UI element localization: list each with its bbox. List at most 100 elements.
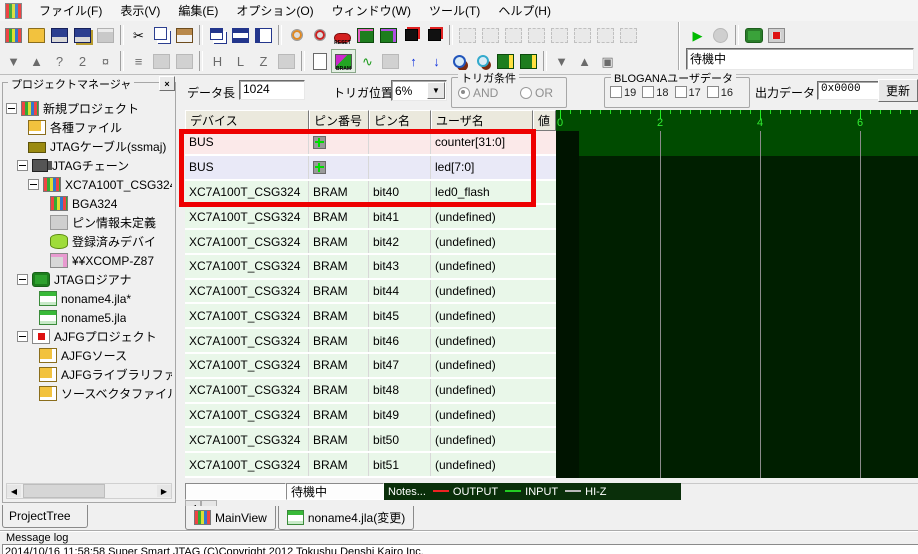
scroll-left-button[interactable]: ◀ — [7, 485, 21, 497]
table-row[interactable]: BUScounter[31:0] — [185, 131, 556, 156]
table-row[interactable]: XC7A100T_CSG324BRAMbit50(undefined) — [185, 428, 556, 453]
sidebar-hscrollbar[interactable]: ◀ ▶ — [6, 483, 172, 499]
waveform-area[interactable] — [579, 131, 918, 478]
table-row[interactable]: XC7A100T_CSG324BRAMbit47(undefined) — [185, 354, 556, 379]
tree-expander-icon[interactable] — [28, 179, 39, 190]
radio-option-or[interactable]: OR — [520, 86, 553, 100]
tree-item-3[interactable]: JTAGチェーン — [6, 156, 172, 175]
view-tab-1[interactable]: noname4.jla(変更) — [278, 506, 414, 530]
new-waveform-icon[interactable] — [308, 50, 331, 72]
timeline-ruler[interactable]: 0246 — [556, 110, 918, 131]
run-icon[interactable]: ▶ — [686, 24, 709, 46]
disconnect-icon[interactable] — [308, 24, 331, 46]
table-row[interactable]: XC7A100T_CSG324BRAMbit44(undefined) — [185, 280, 556, 305]
tree-item-12[interactable]: AJFGプロジェクト — [6, 327, 172, 346]
panel-splitter[interactable] — [177, 75, 185, 503]
tree-item-10[interactable]: noname4.jla* — [6, 289, 172, 308]
reset-icon[interactable]: RESET — [331, 24, 354, 46]
bram-view-icon[interactable]: BRAM — [331, 49, 356, 73]
add-device-icon[interactable] — [400, 24, 423, 46]
tree-expander-icon[interactable] — [17, 331, 28, 342]
checkbox-18[interactable]: 18 — [642, 86, 668, 99]
view-tab-0[interactable]: MainView — [185, 506, 276, 530]
column-header-3[interactable]: ユーザ名 — [431, 110, 533, 131]
table-row[interactable]: XC7A100T_CSG324BRAMbit40led0_flash — [185, 181, 556, 206]
chevron-down-icon[interactable]: ▼ — [427, 82, 445, 99]
connect-icon[interactable] — [285, 24, 308, 46]
scroll-right-button[interactable]: ▶ — [157, 485, 171, 497]
trigger-position-select[interactable]: 6% ▼ — [391, 80, 447, 101]
cut-icon[interactable]: ✂ — [127, 24, 150, 46]
table-row[interactable]: XC7A100T_CSG324BRAMbit49(undefined) — [185, 404, 556, 429]
power-off-icon[interactable] — [765, 24, 788, 46]
menu-item-tool[interactable]: ツール(T) — [420, 0, 489, 21]
table-row[interactable]: XC7A100T_CSG324BRAMbit45(undefined) — [185, 304, 556, 329]
close-panel-button[interactable]: × — [159, 76, 175, 91]
tree-item-5[interactable]: BGA324 — [6, 194, 172, 213]
move-down-icon[interactable]: ↓ — [425, 50, 448, 72]
tree-expander-icon[interactable] — [17, 274, 28, 285]
expand-bus-icon[interactable] — [313, 161, 326, 174]
tree-item-14[interactable]: AJFGライブラリファイ — [6, 365, 172, 384]
new-project-icon[interactable] — [2, 24, 25, 46]
table-row[interactable]: XC7A100T_CSG324BRAMbit48(undefined) — [185, 379, 556, 404]
tree-expander-icon[interactable] — [17, 160, 28, 171]
table-row[interactable]: BUSled[7:0] — [185, 156, 556, 181]
open-icon[interactable] — [25, 24, 48, 46]
tree-item-13[interactable]: AJFGソース — [6, 346, 172, 365]
menu-item-view[interactable]: 表示(V) — [111, 0, 169, 21]
table-row[interactable]: XC7A100T_CSG324BRAMbit42(undefined) — [185, 230, 556, 255]
board-route-icon[interactable] — [377, 24, 400, 46]
column-header-0[interactable]: デバイス — [185, 110, 309, 131]
add-device-list-icon[interactable] — [423, 24, 446, 46]
checkbox-19[interactable]: 19 — [610, 86, 636, 99]
tile-vertical-icon[interactable] — [252, 24, 275, 46]
save-icon[interactable] — [48, 24, 71, 46]
column-header-1[interactable]: ピン番号 — [309, 110, 369, 131]
tile-horizontal-icon[interactable] — [229, 24, 252, 46]
table-row[interactable]: XC7A100T_CSG324BRAMbit43(undefined) — [185, 255, 556, 280]
tree-item-9[interactable]: JTAGロジアナ — [6, 270, 172, 289]
column-header-4[interactable]: 値 — [533, 110, 556, 131]
save-copy-icon[interactable] — [71, 24, 94, 46]
tree-item-7[interactable]: 登録済みデバイ — [6, 232, 172, 251]
menu-item-option[interactable]: オプション(O) — [227, 0, 322, 21]
notes-button[interactable]: Notes... — [388, 486, 426, 498]
tree-item-6[interactable]: ピン情報未定義 — [6, 213, 172, 232]
move-up-icon[interactable]: ↑ — [402, 50, 425, 72]
output-data-input[interactable]: 0x0000 — [817, 81, 881, 100]
scan-chain-icon[interactable] — [354, 24, 377, 46]
edge-prev-icon[interactable] — [517, 50, 540, 72]
column-header-2[interactable]: ピン名 — [369, 110, 431, 131]
table-row[interactable]: XC7A100T_CSG324BRAMbit41(undefined) — [185, 205, 556, 230]
tree-item-15[interactable]: ソースベクタファイル — [6, 384, 172, 403]
zoom-out-icon[interactable] — [471, 50, 494, 72]
data-length-input[interactable]: 1024 — [239, 80, 305, 100]
cascade-windows-icon[interactable] — [206, 24, 229, 46]
update-button[interactable]: 更新 — [878, 79, 918, 102]
checkbox-16[interactable]: 16 — [707, 86, 733, 99]
tree-item-0[interactable]: 新規プロジェクト — [6, 99, 172, 118]
edge-next-icon[interactable] — [494, 50, 517, 72]
menu-item-file[interactable]: ファイル(F) — [30, 0, 111, 21]
table-row[interactable]: XC7A100T_CSG324BRAMbit51(undefined) — [185, 453, 556, 478]
zoom-in-icon[interactable] — [448, 50, 471, 72]
checkbox-17[interactable]: 17 — [675, 86, 701, 99]
tree-item-8[interactable]: ¥¥XCOMP-Z87 — [6, 251, 172, 270]
table-row[interactable]: XC7A100T_CSG324BRAMbit46(undefined) — [185, 329, 556, 354]
tree-item-1[interactable]: 各種ファイル — [6, 118, 172, 137]
scroll-thumb[interactable] — [23, 484, 105, 498]
tree-expander-icon[interactable] — [6, 103, 17, 114]
tree-item-2[interactable]: JTAGケーブル(ssmaj) — [6, 137, 172, 156]
run-status-field[interactable]: 待機中 — [686, 48, 914, 70]
menu-item-edit[interactable]: 編集(E) — [169, 0, 227, 21]
expand-bus-icon[interactable] — [313, 136, 326, 149]
power-on-icon[interactable] — [742, 24, 765, 46]
radio-option-and[interactable]: AND — [458, 86, 498, 100]
paste-icon[interactable] — [173, 24, 196, 46]
tree-item-11[interactable]: noname5.jla — [6, 308, 172, 327]
signal-config-icon[interactable]: ∿ — [356, 50, 379, 72]
menu-item-help[interactable]: ヘルプ(H) — [489, 0, 560, 21]
copy-icon[interactable] — [150, 24, 173, 46]
tree-item-4[interactable]: XC7A100T_CSG324 — [6, 175, 172, 194]
